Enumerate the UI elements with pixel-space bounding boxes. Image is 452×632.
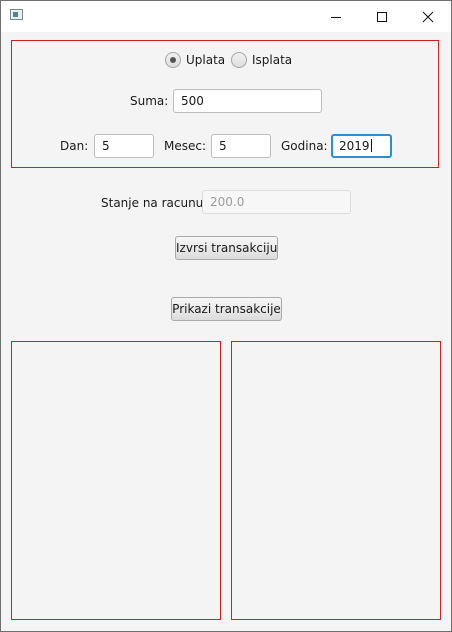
radio-isplata[interactable] bbox=[231, 52, 247, 68]
day-label: Dan: bbox=[60, 139, 89, 153]
minimize-button[interactable] bbox=[313, 1, 359, 32]
day-input[interactable]: 5 bbox=[94, 134, 154, 158]
close-button[interactable] bbox=[405, 1, 451, 32]
maximize-icon bbox=[377, 11, 387, 22]
amount-value: 500 bbox=[181, 94, 204, 108]
close-icon bbox=[422, 11, 434, 22]
text-caret bbox=[370, 139, 372, 152]
right-transactions-panel[interactable] bbox=[231, 341, 441, 620]
maximize-button[interactable] bbox=[359, 1, 405, 32]
month-label: Mesec: bbox=[164, 139, 207, 153]
month-value: 5 bbox=[219, 139, 227, 153]
radio-isplata-label[interactable]: Isplata bbox=[252, 53, 292, 67]
minimize-icon bbox=[331, 16, 341, 18]
balance-field: 200.0 bbox=[202, 190, 351, 214]
balance-label: Stanje na racunu: bbox=[101, 196, 208, 210]
radio-uplata-label[interactable]: Uplata bbox=[186, 53, 225, 67]
show-transactions-button[interactable]: Prikazi transakcije bbox=[171, 297, 282, 321]
amount-input[interactable]: 500 bbox=[173, 89, 322, 113]
radio-selected-dot bbox=[170, 57, 176, 63]
day-value: 5 bbox=[102, 139, 110, 153]
radio-uplata[interactable] bbox=[165, 52, 181, 68]
left-transactions-panel[interactable] bbox=[11, 341, 221, 620]
year-label: Godina: bbox=[281, 139, 328, 153]
title-bar[interactable] bbox=[1, 1, 451, 32]
balance-value: 200.0 bbox=[210, 195, 245, 209]
app-icon bbox=[10, 9, 23, 20]
execute-transaction-button[interactable]: Izvrsi transakciju bbox=[175, 236, 278, 260]
year-value: 2019 bbox=[339, 139, 370, 153]
month-input[interactable]: 5 bbox=[211, 134, 271, 158]
amount-label: Suma: bbox=[130, 94, 169, 108]
year-input[interactable]: 2019 bbox=[331, 134, 392, 158]
